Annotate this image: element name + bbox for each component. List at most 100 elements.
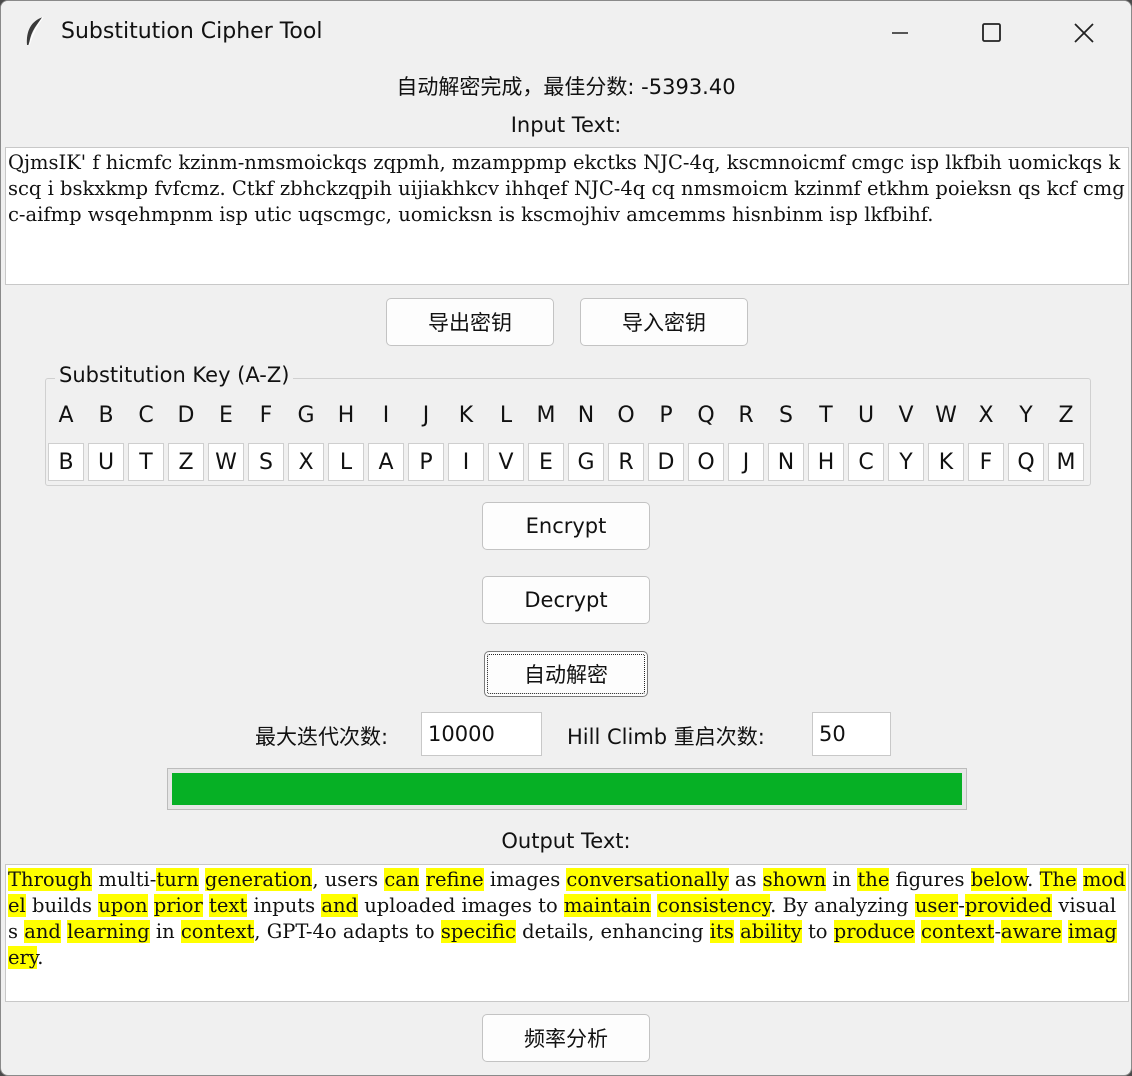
output-text-segment: uploaded images to [358,894,564,917]
output-text-segment: to [801,920,834,943]
plain-letter: G [297,403,315,428]
title-bar[interactable]: Substitution Cipher Tool [1,1,1131,63]
highlighted-word: Through [8,868,93,891]
cipher-key-entry[interactable]: K [928,443,964,481]
cipher-key-entry[interactable]: U [88,443,124,481]
plain-letter: K [458,403,474,428]
plain-letter: P [659,403,673,428]
decrypt-button[interactable]: Decrypt [482,576,650,624]
plain-letter: F [259,403,273,428]
highlighted-word: produce [833,920,915,943]
cipher-key-entry[interactable]: J [728,443,764,481]
status-message: 自动解密完成，最佳分数: -5393.40 [396,75,736,99]
max-iterations-input[interactable]: 10000 [421,712,542,756]
plain-letter: T [819,403,833,428]
highlighted-word: context [921,920,995,943]
highlighted-word: turn [156,868,199,891]
cipher-key-entry[interactable]: G [568,443,604,481]
output-text-segment: details, enhancing [515,920,710,943]
plain-letter: E [219,403,233,428]
plain-letter: I [382,403,390,428]
plain-letter: Y [1019,403,1033,428]
highlighted-word: aware [1001,920,1062,943]
output-text-segment: images [483,868,567,891]
highlighted-word: upon [98,894,148,917]
cipher-key-entry[interactable]: R [608,443,644,481]
maximize-button[interactable] [947,7,1037,59]
cipher-key-entry[interactable]: V [488,443,524,481]
export-key-button[interactable]: 导出密钥 [386,298,554,346]
highlighted-word: context [180,920,255,943]
cipher-key-entry[interactable]: W [208,443,244,481]
plain-letter: L [499,403,513,428]
output-textarea[interactable]: Through multi-turn generation, users can… [5,864,1129,1002]
output-text-segment: builds [25,894,99,917]
plain-letter: O [617,403,635,428]
output-text-segment: inputs [247,894,322,917]
cipher-key-entry[interactable]: F [968,443,1004,481]
plain-letter: R [738,403,754,428]
restarts-input[interactable]: 50 [812,712,891,756]
cipher-key-entry[interactable]: I [448,443,484,481]
cipher-key-entry[interactable]: A [368,443,404,481]
input-textarea[interactable]: QjmsIK' f hicmfc kzinm-nmsmoickqs zqpmh,… [5,147,1129,285]
output-text-segment: . [37,946,44,969]
highlighted-word: prior [153,894,203,917]
highlighted-word: conversationally [566,868,729,891]
plain-letter: A [58,403,74,428]
highlighted-word: can [384,868,420,891]
highlighted-word: consistency [657,894,771,917]
highlighted-word: learning [67,920,150,943]
cipher-key-entry[interactable]: C [848,443,884,481]
output-text-segment [199,868,205,891]
plain-letter: M [536,403,556,428]
output-label: Output Text: [501,829,631,853]
feather-icon [26,16,44,46]
highlighted-word: ability [740,920,802,943]
plain-letter: U [857,403,875,428]
plain-letter: Q [697,403,715,428]
auto-decrypt-button[interactable]: 自动解密 [484,651,648,697]
cipher-key-entry[interactable]: Y [888,443,924,481]
cipher-key-entry[interactable]: H [808,443,844,481]
cipher-key-entry[interactable]: P [408,443,444,481]
cipher-key-entry[interactable]: D [648,443,684,481]
plain-letter: J [422,403,430,428]
output-text-segment [148,894,154,917]
highlighted-word: refine [425,868,484,891]
cipher-key-entry[interactable]: M [1048,443,1084,481]
cipher-key-entry[interactable]: L [328,443,364,481]
cipher-key-entry[interactable]: Q [1008,443,1044,481]
output-text-segment: as [728,868,763,891]
plain-letter: X [978,403,994,428]
frequency-analysis-button[interactable]: 频率分析 [482,1014,650,1062]
encrypt-button[interactable]: Encrypt [482,502,650,550]
highlighted-word: the [857,868,890,891]
cipher-key-entry[interactable]: X [288,443,324,481]
input-label: Input Text: [510,113,622,137]
progress-fill [172,773,962,805]
cipher-key-entry[interactable]: N [768,443,804,481]
highlighted-word: below [970,868,1028,891]
plain-letter: Z [1058,403,1074,428]
cipher-key-entry[interactable]: E [528,443,564,481]
highlighted-word: provided [964,894,1053,917]
plain-alphabet-row: ABCDE FGH I J KLMNOPQRS TUVWXYZ [47,403,1087,435]
cipher-key-entry[interactable]: Z [168,443,204,481]
highlighted-word: generation [204,868,313,891]
plain-letter: C [138,403,154,428]
highlighted-word: shown [762,868,827,891]
output-text-segment: figures [889,868,971,891]
output-text-segment: multi- [92,868,157,891]
highlighted-word: specific [440,920,516,943]
cipher-key-entry[interactable]: S [248,443,284,481]
cipher-key-entry[interactable]: O [688,443,724,481]
plain-letter: D [177,403,195,428]
cipher-key-entry[interactable]: B [48,443,84,481]
output-text-segment: . By analyzing [770,894,915,917]
import-key-button[interactable]: 导入密钥 [580,298,748,346]
close-button[interactable] [1039,7,1129,59]
plain-letter: W [935,403,957,428]
minimize-button[interactable] [855,7,945,59]
cipher-key-entry[interactable]: T [128,443,164,481]
